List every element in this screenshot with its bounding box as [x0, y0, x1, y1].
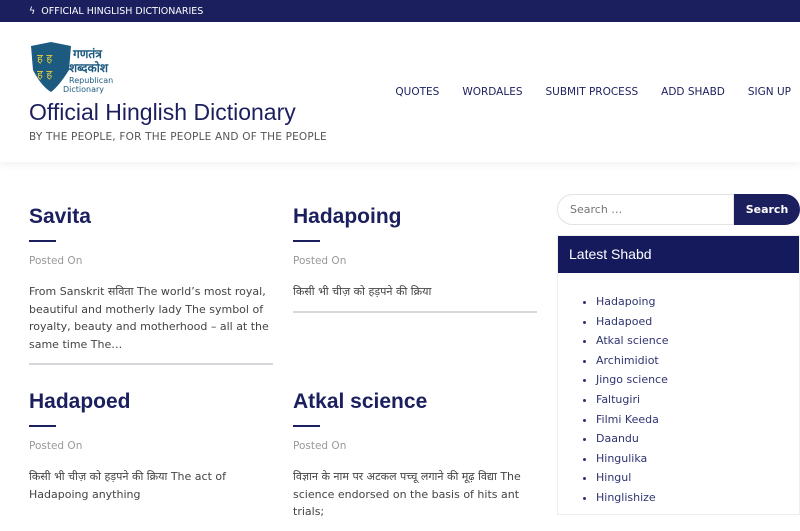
post-meta: Posted On: [29, 255, 83, 267]
post-excerpt: किसी भी चीज़ को हड़पने की क्रिया The act…: [29, 470, 226, 501]
svg-text:शब्दकोश: शब्दकोश: [69, 61, 109, 75]
svg-text:ह ह: ह ह: [37, 68, 52, 81]
post-meta: Posted On: [293, 255, 347, 267]
svg-text:Republican: Republican: [69, 76, 113, 85]
post-excerpt: किसी भी चीज़ को हड़पने की क्रिया: [293, 283, 537, 313]
list-item[interactable]: Filmi Keeda: [596, 410, 799, 430]
latest-shabd-list: Hadapoing Hadapoed Atkal science Archimi…: [558, 292, 799, 508]
list-item[interactable]: Atkal science: [596, 331, 799, 351]
post-card: Atkal science Posted On विज्ञान के नाम प…: [293, 390, 537, 531]
post-excerpt: From Sanskrit सविता The world’s most roy…: [29, 283, 273, 365]
post-title[interactable]: Atkal science: [293, 390, 537, 414]
post-card: Savita Posted On From Sanskrit सविता The…: [29, 205, 273, 365]
widget-title: Latest Shabd: [558, 236, 799, 273]
post-meta: Posted On: [293, 440, 347, 452]
post-excerpt: विज्ञान के नाम पर अटकल पच्चू लगाने की मू…: [293, 470, 521, 518]
list-item[interactable]: Hingulika: [596, 449, 799, 469]
search-input[interactable]: [557, 194, 734, 225]
site-logo[interactable]: ह ह ह ह गणतंत्र शब्दकोश Republican Dicti…: [29, 40, 129, 94]
search-button[interactable]: Search: [734, 194, 800, 225]
bolt-icon: ϟ: [29, 5, 36, 17]
svg-text:ह ह: ह ह: [37, 52, 52, 65]
list-item[interactable]: Hingul: [596, 468, 799, 488]
top-bar-text: OFFICIAL HINGLISH DICTIONARIES: [41, 5, 204, 17]
nav-quotes[interactable]: QUOTES: [395, 86, 439, 98]
site-title[interactable]: Official Hinglish Dictionary: [29, 99, 296, 126]
list-item[interactable]: Hadapoing: [596, 292, 799, 312]
title-underline: [293, 425, 320, 427]
nav-add-shabd[interactable]: ADD SHABD: [661, 86, 725, 98]
post-title[interactable]: Savita: [29, 205, 273, 229]
site-tagline: BY THE PEOPLE, FOR THE PEOPLE AND OF THE…: [29, 131, 327, 143]
post-title[interactable]: Hadapoed: [29, 390, 273, 414]
svg-text:गणतंत्र: गणतंत्र: [72, 47, 103, 61]
list-item[interactable]: Hadapoed: [596, 312, 799, 332]
list-item[interactable]: Archimidiot: [596, 351, 799, 371]
list-item[interactable]: Hinglishize: [596, 488, 799, 508]
post-title[interactable]: Hadapoing: [293, 205, 537, 229]
post-card: Hadapoed Posted On किसी भी चीज़ को हड़पन…: [29, 390, 273, 513]
top-bar: ϟ OFFICIAL HINGLISH DICTIONARIES: [0, 0, 800, 22]
nav-submit-process[interactable]: SUBMIT PROCESS: [546, 86, 639, 98]
site-header: ह ह ह ह गणतंत्र शब्दकोश Republican Dicti…: [0, 22, 800, 162]
svg-text:Dictionary: Dictionary: [63, 85, 104, 94]
title-underline: [29, 240, 56, 242]
title-underline: [29, 425, 56, 427]
list-item[interactable]: Jingo science: [596, 370, 799, 390]
main-nav: QUOTES WORDALES SUBMIT PROCESS ADD SHABD…: [395, 86, 791, 98]
nav-sign-up[interactable]: SIGN UP: [748, 86, 791, 98]
list-item[interactable]: Daandu: [596, 429, 799, 449]
latest-shabd-widget: Latest Shabd Hadapoing Hadapoed Atkal sc…: [557, 235, 800, 515]
title-underline: [293, 240, 320, 242]
nav-wordales[interactable]: WORDALES: [462, 86, 522, 98]
search-form: Search: [557, 194, 800, 225]
list-item[interactable]: Faltugiri: [596, 390, 799, 410]
post-card: Hadapoing Posted On किसी भी चीज़ को हड़प…: [293, 205, 537, 313]
post-meta: Posted On: [29, 440, 83, 452]
